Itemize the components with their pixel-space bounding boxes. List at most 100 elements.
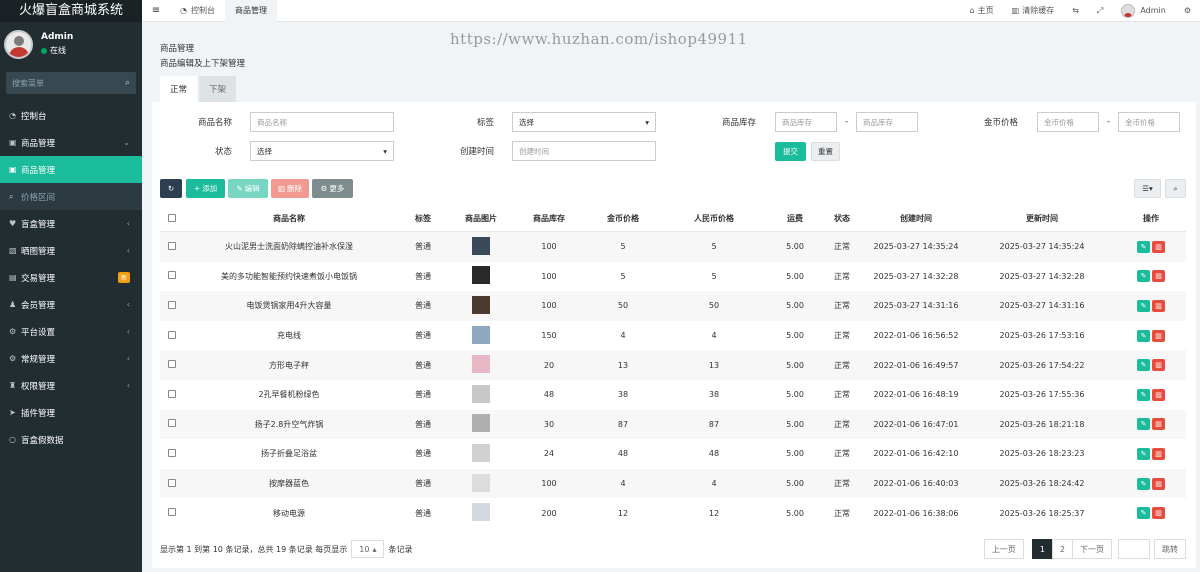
row-delete-button[interactable]: ▥	[1152, 447, 1165, 460]
edit-button[interactable]: ✎ 编辑	[228, 179, 268, 198]
row-checkbox[interactable]	[168, 478, 176, 487]
column-header[interactable]: 更新时间	[968, 213, 1116, 224]
column-header[interactable]: 标签	[394, 213, 452, 224]
row-delete-button[interactable]: ▥	[1152, 329, 1165, 342]
stock-min-input[interactable]: 商品库存	[775, 112, 837, 132]
row-delete-button[interactable]: ▥	[1152, 299, 1165, 312]
row-delete-button[interactable]: ▥	[1152, 270, 1165, 283]
page-1-button[interactable]: 1	[1031, 539, 1053, 559]
tab-offshelf[interactable]: 下架	[199, 76, 237, 102]
product-thumbnail[interactable]	[472, 384, 490, 403]
sidebar-search-input[interactable]: 搜索菜单 ⌕	[6, 72, 136, 94]
product-thumbnail[interactable]	[472, 236, 490, 255]
sidebar-item-8[interactable]: ⚙ 平台设置 ‹	[0, 318, 142, 345]
fullscreen-icon[interactable]: ⤢	[1088, 6, 1112, 16]
sidebar-item-12[interactable]: ○ 盲盒假数据	[0, 426, 142, 453]
clear-cache-button[interactable]: ▥ 清除缓存	[1003, 5, 1064, 16]
search-toggle-button[interactable]: ⌕	[1165, 179, 1186, 198]
created-input[interactable]: 创建时间	[512, 141, 656, 161]
tab-dashboard[interactable]: ◔ 控制台	[170, 0, 225, 22]
row-edit-button[interactable]: ✎	[1137, 418, 1150, 431]
product-thumbnail[interactable]	[472, 325, 490, 344]
row-edit-button[interactable]: ✎	[1137, 447, 1150, 460]
row-delete-button[interactable]: ▥	[1152, 507, 1165, 520]
sidebar-item-11[interactable]: ➤ 插件管理	[0, 399, 142, 426]
add-button[interactable]: + 添加	[186, 179, 225, 198]
column-header[interactable]: 操作	[1116, 213, 1186, 224]
row-checkbox[interactable]	[168, 330, 176, 339]
gold-min-input[interactable]: 金币价格	[1037, 112, 1099, 132]
home-link[interactable]: ⌂ 主页	[961, 5, 1003, 16]
table-row[interactable]: 按摩器蓝色 普通 100 4 4 5.00 正常 2022-01-06 16:40:03 202…	[160, 468, 1186, 499]
table-row[interactable]: 美的多功能智能预约快速煮饭小电饭锅 普通 100 5 5 5.00 正常 2025-03-27…	[160, 262, 1186, 292]
row-edit-button[interactable]: ✎	[1137, 270, 1150, 283]
more-button[interactable]: ⚙ 更多	[312, 179, 353, 198]
table-row[interactable]: 2孔早餐机粉绿色 普通 48 38 38 5.00 正常 2022-01-06 16:48:1…	[160, 380, 1186, 410]
tab-goods[interactable]: 商品管理	[224, 0, 277, 22]
sidebar-item-10[interactable]: ♜ 权限管理 ‹	[0, 372, 142, 399]
row-checkbox[interactable]	[168, 241, 176, 250]
refresh-button[interactable]: ↻	[160, 179, 182, 198]
table-row[interactable]: 方形电子秤 普通 20 13 13 5.00 正常 2022-01-06 16:49:57 20…	[160, 350, 1186, 380]
jump-button[interactable]: 跳转	[1154, 539, 1186, 559]
sidebar-item-9[interactable]: ⚙ 常规管理 ‹	[0, 345, 142, 372]
column-header[interactable]: 金币价格	[588, 213, 658, 224]
column-header[interactable]: 商品库存	[510, 213, 588, 224]
page-size-select[interactable]: 10 ▴	[351, 540, 385, 558]
row-edit-button[interactable]: ✎	[1137, 359, 1150, 372]
table-row[interactable]: 电饭煲锅家用4升大容量 普通 100 50 50 5.00 正常 2025-03-27 14:…	[160, 291, 1186, 321]
row-checkbox[interactable]	[168, 360, 176, 369]
table-row[interactable]: 移动电源 普通 200 12 12 5.00 正常 2022-01-06 16:38:06 20…	[160, 498, 1186, 528]
column-header[interactable]: 人民币价格	[658, 213, 770, 224]
row-edit-button[interactable]: ✎	[1137, 388, 1150, 401]
product-thumbnail[interactable]	[472, 295, 490, 314]
sidebar-item-3[interactable]: ⌕ 价格区间	[0, 183, 142, 210]
row-delete-button[interactable]: ▥	[1152, 240, 1165, 253]
admin-menu[interactable]: Admin	[1112, 3, 1175, 18]
name-input[interactable]: 商品名称	[250, 112, 394, 132]
table-row[interactable]: 扬子折叠足浴盆 普通 24 48 48 5.00 正常 2022-01-06 16:42:10…	[160, 439, 1186, 469]
row-edit-button[interactable]: ✎	[1137, 477, 1150, 490]
row-checkbox[interactable]	[168, 448, 176, 457]
row-edit-button[interactable]: ✎	[1137, 507, 1150, 520]
product-thumbnail[interactable]	[472, 266, 490, 285]
language-icon[interactable]: ⇆	[1063, 6, 1088, 15]
status-select[interactable]: 选择 ▾	[250, 141, 394, 161]
search-icon[interactable]: ⌕	[125, 78, 130, 88]
column-header[interactable]: 状态	[820, 213, 864, 224]
sidebar-item-4[interactable]: ♥ 盲盒管理 ‹	[0, 210, 142, 237]
page-2-button[interactable]: 2	[1051, 539, 1073, 559]
row-checkbox[interactable]	[168, 508, 176, 517]
gold-max-input[interactable]: 金币价格	[1118, 112, 1180, 132]
product-thumbnail[interactable]	[472, 443, 490, 462]
column-header[interactable]: 商品图片	[452, 213, 510, 224]
prev-page-button[interactable]: 上一页	[983, 539, 1024, 559]
row-edit-button[interactable]: ✎	[1137, 329, 1150, 342]
row-checkbox[interactable]	[168, 389, 176, 398]
stock-max-input[interactable]: 商品库存	[856, 112, 918, 132]
product-thumbnail[interactable]	[472, 414, 490, 433]
delete-button[interactable]: ▥ 删除	[271, 179, 309, 198]
row-delete-button[interactable]: ▥	[1152, 477, 1165, 490]
sidebar-item-5[interactable]: ▧ 晒图管理 ‹	[0, 237, 142, 264]
column-header[interactable]: 创建时间	[864, 213, 968, 224]
sidebar-item-6[interactable]: ▤ 交易管理 新	[0, 264, 142, 291]
row-delete-button[interactable]: ▥	[1152, 388, 1165, 401]
select-all-checkbox[interactable]	[168, 213, 176, 222]
menu-toggle-icon[interactable]: ≡	[142, 5, 170, 16]
product-thumbnail[interactable]	[472, 503, 490, 522]
columns-button[interactable]: ☰▾	[1134, 179, 1161, 198]
next-page-button[interactable]: 下一页	[1072, 539, 1112, 559]
row-delete-button[interactable]: ▥	[1152, 418, 1165, 431]
row-checkbox[interactable]	[168, 271, 176, 280]
submit-button[interactable]: 提交	[775, 142, 806, 161]
jump-page-input[interactable]	[1118, 539, 1150, 559]
product-thumbnail[interactable]	[472, 355, 490, 374]
table-row[interactable]: 扬子2.8升空气炸锅 普通 30 87 87 5.00 正常 2022-01-06 16:47…	[160, 409, 1186, 440]
column-header[interactable]: 商品名称	[184, 213, 394, 224]
table-row[interactable]: 充电线 普通 150 4 4 5.00 正常 2022-01-06 16:56:52 2025-…	[160, 321, 1186, 351]
tag-select[interactable]: 选择 ▾	[512, 112, 656, 132]
row-checkbox[interactable]	[168, 419, 176, 428]
sidebar-item-0[interactable]: ◔ 控制台	[0, 102, 142, 129]
column-header[interactable]: 运费	[770, 213, 820, 224]
